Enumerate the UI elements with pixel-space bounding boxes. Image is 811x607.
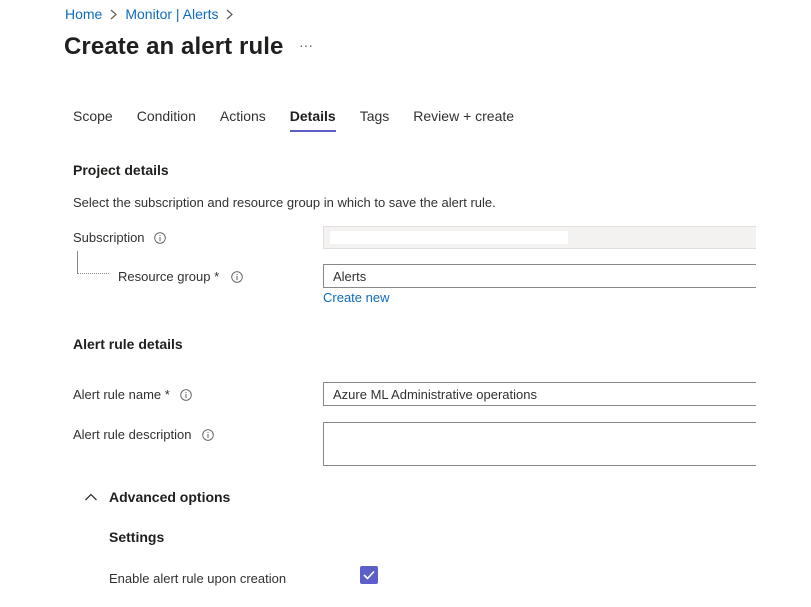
tab-scope[interactable]: Scope [73,108,113,132]
chevron-up-icon [85,493,97,501]
breadcrumb-monitor-alerts-link[interactable]: Monitor | Alerts [125,6,218,22]
project-details-heading: Project details [73,162,169,178]
alert-rule-description-label: Alert rule description [73,427,214,442]
wizard-tabs: Scope Condition Actions Details Tags Rev… [73,108,538,132]
resource-group-label-text: Resource group * [118,269,220,284]
project-details-description: Select the subscription and resource gro… [73,195,496,210]
chevron-right-icon [225,9,234,20]
info-icon[interactable] [201,428,214,441]
advanced-options-toggle[interactable]: Advanced options [84,489,230,505]
page-title: Create an alert rule [64,33,284,60]
settings-heading: Settings [109,529,165,545]
enable-alert-rule-label: Enable alert rule upon creation [109,571,287,586]
chevron-right-icon [109,9,118,20]
breadcrumb: Home Monitor | Alerts [65,6,241,22]
tree-connector-line [77,251,78,273]
enable-alert-rule-checkbox[interactable] [360,566,378,584]
redacted-subscription-value [330,231,568,244]
info-icon[interactable] [153,231,166,244]
tab-actions[interactable]: Actions [220,108,266,132]
tab-condition[interactable]: Condition [137,108,196,132]
more-options-button[interactable]: ··· [296,38,316,56]
alert-rule-description-label-text: Alert rule description [73,427,192,442]
checkmark-icon [363,570,375,580]
alert-rule-name-label-text: Alert rule name * [73,387,170,402]
tree-connector-dotted [77,273,109,274]
tab-details[interactable]: Details [289,108,336,132]
create-new-resource-group-link[interactable]: Create new [323,290,389,305]
alert-rule-name-label: Alert rule name * [73,387,192,402]
alert-rule-details-heading: Alert rule details [73,336,183,352]
subscription-label: Subscription [73,230,166,245]
alert-rule-name-input[interactable] [323,382,756,406]
advanced-options-label: Advanced options [109,489,231,505]
tab-tags[interactable]: Tags [360,108,390,132]
create-alert-rule-page: Home Monitor | Alerts Create an alert ru… [0,0,811,607]
subscription-label-text: Subscription [73,230,145,245]
resource-group-label: Resource group * [118,269,243,284]
breadcrumb-home-link[interactable]: Home [65,6,102,22]
info-icon[interactable] [180,388,192,401]
info-icon[interactable] [231,270,243,283]
tab-review-create[interactable]: Review + create [413,108,514,132]
resource-group-dropdown[interactable] [323,264,756,288]
alert-rule-description-textarea[interactable] [323,422,756,466]
